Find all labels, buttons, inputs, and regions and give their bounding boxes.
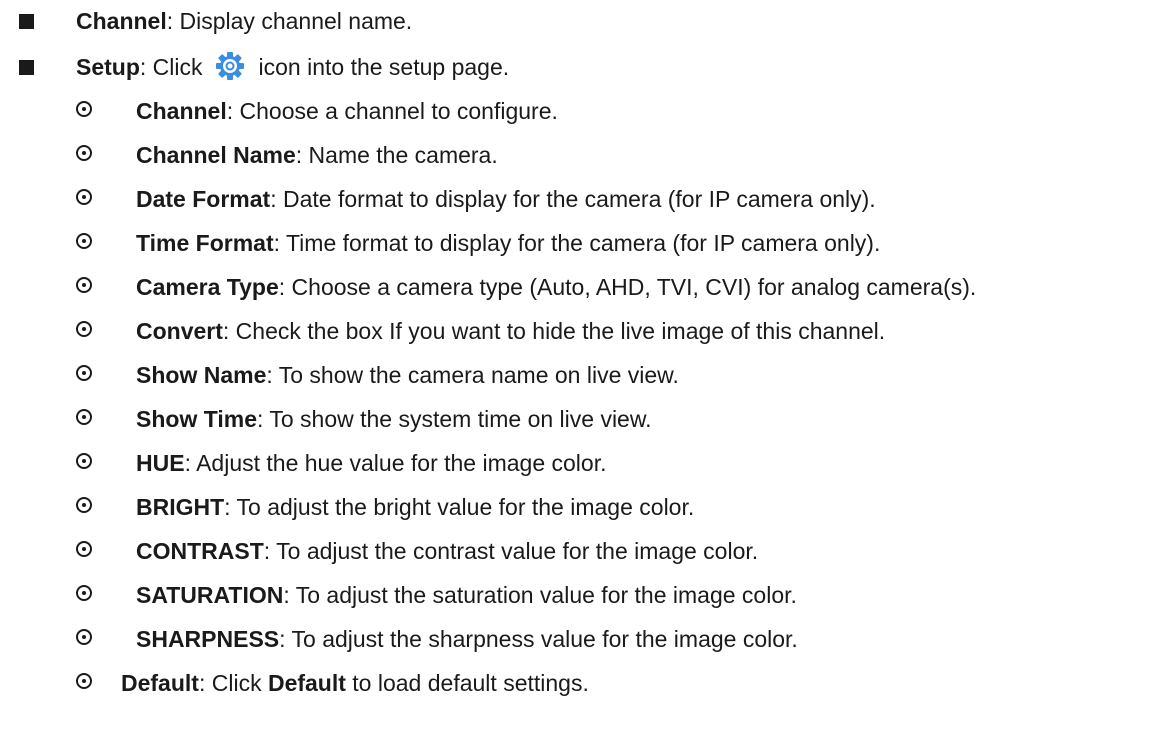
list-item-convert: Convert: Check the box If you want to hi… (0, 311, 1165, 351)
list-item-default: Default: Click Default to load default s… (0, 663, 1165, 703)
description: icon into the setup page. (258, 54, 510, 80)
circle-bullet-icon (76, 189, 92, 205)
circle-bullet-icon (76, 365, 92, 381)
description: : Time format to display for the camera … (273, 230, 881, 256)
term: Default (121, 670, 199, 696)
circle-bullet-icon (76, 673, 92, 689)
circle-bullet-icon (76, 277, 92, 293)
description: : To show the camera name on live view. (266, 362, 679, 388)
list-item-text: Channel Name: Name the camera. (136, 135, 498, 175)
term: Show Name (136, 362, 267, 388)
term: Setup (76, 54, 140, 80)
list-item-text: BRIGHT: To adjust the bright value for t… (136, 487, 694, 527)
circle-bullet-icon (76, 409, 92, 425)
term: Channel (76, 8, 167, 34)
circle-bullet-icon (76, 629, 92, 645)
list-item-channel: Channel: Display channel name. (0, 1, 1165, 41)
description: : Display channel name. (166, 8, 413, 34)
list-item-text: Channel: Display channel name. (76, 1, 412, 41)
list-item-channel-name: Channel Name: Name the camera. (0, 135, 1165, 175)
circle-bullet-icon (76, 453, 92, 469)
list-item-text: SHARPNESS: To adjust the sharpness value… (136, 619, 798, 659)
circle-bullet-icon (76, 541, 92, 557)
list-item-date-format: Date Format: Date format to display for … (0, 179, 1165, 219)
description: : Click (139, 54, 203, 80)
term: SHARPNESS (136, 626, 280, 652)
circle-bullet-icon (76, 321, 92, 337)
list-item-text: Date Format: Date format to display for … (136, 179, 876, 219)
circle-bullet-icon (76, 497, 92, 513)
list-item-text: Setup: Click icon into the setup page. (76, 47, 509, 87)
term: Date Format (136, 186, 271, 212)
description: : Check the box If you want to hide the … (222, 318, 886, 344)
list-item-setup: Setup: Click icon into the setup page. (0, 47, 1165, 87)
list-item-bright: BRIGHT: To adjust the bright value for t… (0, 487, 1165, 527)
gear-icon (215, 51, 245, 81)
list-item-text: Camera Type: Choose a camera type (Auto,… (136, 267, 976, 307)
list-item-text: Channel: Choose a channel to configure. (136, 91, 558, 131)
square-bullet-icon (19, 60, 34, 75)
term: BRIGHT (136, 494, 225, 520)
description: : To adjust the sharpness value for the … (279, 626, 798, 652)
term: Channel Name (136, 142, 296, 168)
document-page: Channel: Display channel name. Setup: Cl… (0, 0, 1165, 756)
description: : Name the camera. (295, 142, 498, 168)
circle-bullet-icon (76, 101, 92, 117)
list-item-text: Show Time: To show the system time on li… (136, 399, 652, 439)
list-item-camera-type: Camera Type: Choose a camera type (Auto,… (0, 267, 1165, 307)
term-inline: Default (267, 670, 346, 696)
list-item-sharpness: SHARPNESS: To adjust the sharpness value… (0, 619, 1165, 659)
term: Time Format (136, 230, 274, 256)
term: CONTRAST (136, 538, 264, 564)
square-bullet-icon (19, 14, 34, 29)
list-item-text: Show Name: To show the camera name on li… (136, 355, 679, 395)
term: SATURATION (136, 582, 284, 608)
term: Channel (136, 98, 227, 124)
description: : To adjust the contrast value for the i… (263, 538, 759, 564)
list-item-text: HUE: Adjust the hue value for the image … (136, 443, 607, 483)
list-item-text: Time Format: Time format to display for … (136, 223, 880, 263)
term: Convert (136, 318, 223, 344)
list-item-saturation: SATURATION: To adjust the saturation val… (0, 575, 1165, 615)
term: HUE (136, 450, 185, 476)
list-item-show-time: Show Time: To show the system time on li… (0, 399, 1165, 439)
description: to load default settings. (345, 670, 589, 696)
list-item-hue: HUE: Adjust the hue value for the image … (0, 443, 1165, 483)
list-item-text: Default: Click Default to load default s… (121, 663, 589, 703)
description: : Click (198, 670, 268, 696)
description: : Choose a channel to configure. (226, 98, 558, 124)
description: : To adjust the saturation value for the… (283, 582, 797, 608)
description: : To adjust the bright value for the ima… (224, 494, 695, 520)
list-item-time-format: Time Format: Time format to display for … (0, 223, 1165, 263)
list-item-contrast: CONTRAST: To adjust the contrast value f… (0, 531, 1165, 571)
term: Show Time (136, 406, 257, 432)
list-item-text: Convert: Check the box If you want to hi… (136, 311, 885, 351)
description: : Adjust the hue value for the image col… (184, 450, 607, 476)
description: : Date format to display for the camera … (270, 186, 876, 212)
list-item-show-name: Show Name: To show the camera name on li… (0, 355, 1165, 395)
circle-bullet-icon (76, 585, 92, 601)
circle-bullet-icon (76, 233, 92, 249)
description: : Choose a camera type (Auto, AHD, TVI, … (278, 274, 977, 300)
list-item-text: SATURATION: To adjust the saturation val… (136, 575, 797, 615)
description: : To show the system time on live view. (257, 406, 652, 432)
circle-bullet-icon (76, 145, 92, 161)
list-item-channel-sub: Channel: Choose a channel to configure. (0, 91, 1165, 131)
term: Camera Type (136, 274, 279, 300)
list-item-text: CONTRAST: To adjust the contrast value f… (136, 531, 758, 571)
